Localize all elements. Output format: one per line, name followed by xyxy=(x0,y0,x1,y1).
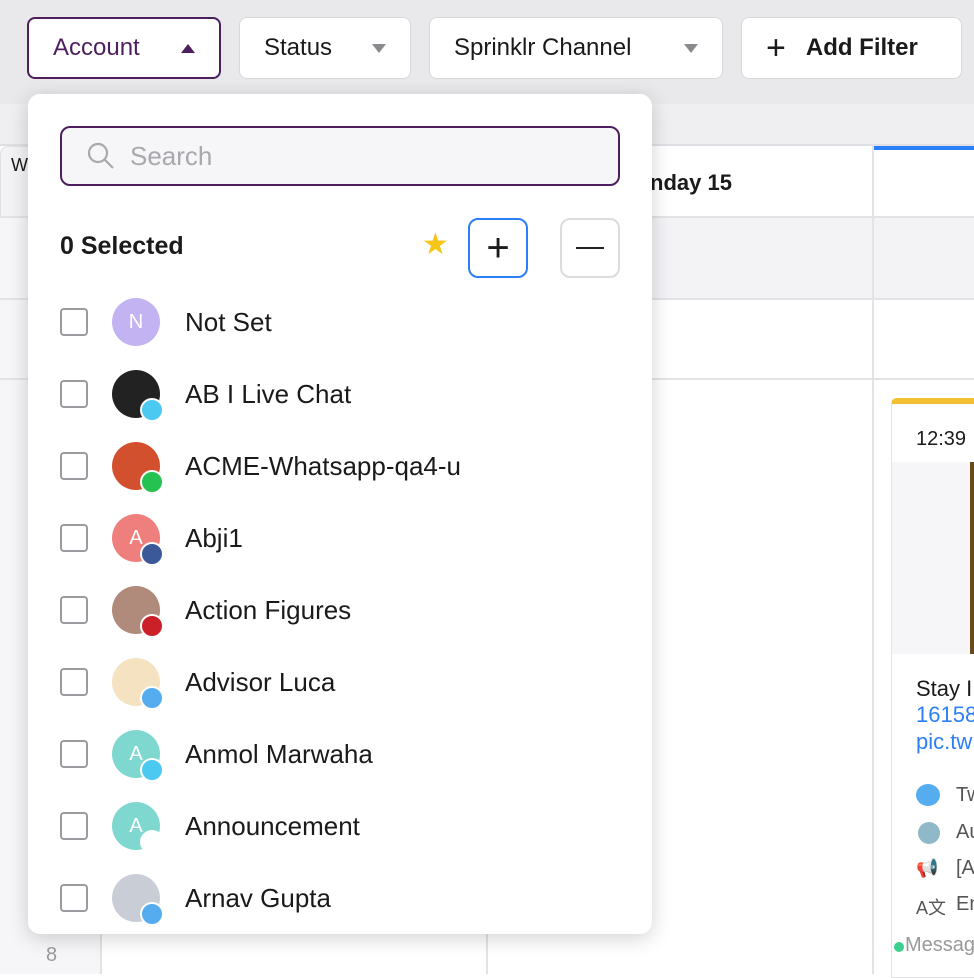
minus-icon xyxy=(576,247,604,249)
post-status: Messag xyxy=(905,934,974,956)
checkbox[interactable] xyxy=(60,596,88,624)
search-input[interactable] xyxy=(130,140,610,172)
channel-filter-button[interactable]: Sprinklr Channel xyxy=(429,17,723,79)
checkbox[interactable] xyxy=(60,380,88,408)
language-text: En xyxy=(956,893,974,915)
select-all-button[interactable]: + xyxy=(468,218,528,278)
account-name: Advisor Luca xyxy=(185,666,336,697)
checkbox[interactable] xyxy=(60,668,88,696)
account-name: ACME-Whatsapp-qa4-u xyxy=(185,450,461,481)
hour-label: 8 xyxy=(46,944,58,966)
plus-icon: + xyxy=(766,29,786,67)
avatar-initial: A xyxy=(129,526,143,549)
add-filter-label: Add Filter xyxy=(805,34,918,61)
account-option[interactable]: A Abji1 xyxy=(60,508,620,568)
chat-icon xyxy=(140,398,164,422)
avatar-initial: A xyxy=(129,814,143,837)
account-option[interactable]: A Anmol Marwaha xyxy=(60,724,620,784)
account-avatar xyxy=(112,586,164,638)
checkbox[interactable] xyxy=(60,812,88,840)
channel-filter-label: Sprinklr Channel xyxy=(454,34,632,61)
checkbox[interactable] xyxy=(60,740,88,768)
account-option[interactable]: Arnav Gupta xyxy=(60,868,620,928)
account-option[interactable]: ACME-Whatsapp-qa4-u xyxy=(60,436,620,496)
caret-down-icon xyxy=(372,43,386,53)
account-name: Arnav Gupta xyxy=(185,882,331,913)
account-filter-label: Account xyxy=(53,34,140,61)
chat-icon xyxy=(140,758,164,782)
account-avatar: A xyxy=(112,802,164,854)
add-filter-button[interactable]: + Add Filter xyxy=(741,17,962,79)
account-dropdown: 0 Selected ★ + N Not Set AB I Live Chat … xyxy=(28,94,652,934)
status-filter-button[interactable]: Status xyxy=(239,17,411,79)
account-avatar xyxy=(112,874,164,926)
post-text: Stay I xyxy=(916,676,973,701)
avatar-initial: N xyxy=(128,310,144,333)
account-name: Anmol Marwaha xyxy=(185,738,373,769)
facebook-icon xyxy=(140,542,164,566)
avatar-initial: A xyxy=(129,742,143,765)
account-option[interactable]: A Announcement xyxy=(60,796,620,856)
post-link[interactable]: 16158 xyxy=(916,702,974,728)
account-text: Au xyxy=(956,821,974,843)
language-icon: A文 xyxy=(916,898,947,918)
selected-count: 0 Selected xyxy=(60,232,184,260)
checkbox[interactable] xyxy=(60,884,88,912)
post-time: 12:39 xyxy=(916,428,967,450)
account-option[interactable]: AB I Live Chat xyxy=(60,364,620,424)
account-filter-button[interactable]: Account xyxy=(27,17,221,79)
favorite-star-icon[interactable]: ★ xyxy=(422,230,449,260)
account-option[interactable]: Action Figures xyxy=(60,580,620,640)
megaphone-icon: 📢 xyxy=(916,858,939,878)
checkbox[interactable] xyxy=(60,308,88,336)
whatsapp-business-icon xyxy=(140,470,164,494)
account-option[interactable]: N Not Set xyxy=(60,292,620,352)
post-image xyxy=(892,462,974,654)
account-avatar xyxy=(112,370,164,422)
status-dot-icon xyxy=(894,942,904,952)
channel-text: Tw xyxy=(956,784,974,806)
account-name: Not Set xyxy=(185,306,272,337)
pinterest-icon xyxy=(140,614,164,638)
search-box[interactable] xyxy=(60,126,620,186)
deselect-all-button[interactable] xyxy=(560,218,620,278)
account-avatar xyxy=(112,442,164,494)
week-label: W xyxy=(11,155,28,175)
plus-icon: + xyxy=(486,226,510,270)
status-filter-label: Status xyxy=(264,34,333,61)
checkbox[interactable] xyxy=(60,452,88,480)
account-name: Announcement xyxy=(185,810,360,841)
announcement-icon xyxy=(140,830,164,854)
account-name: Abji1 xyxy=(185,522,243,553)
twitter-icon xyxy=(916,784,940,806)
account-name: Action Figures xyxy=(185,594,352,625)
twitter-icon xyxy=(140,686,164,710)
account-option[interactable]: Advisor Luca xyxy=(60,652,620,712)
campaign-text: [A xyxy=(956,857,974,879)
caret-up-icon xyxy=(181,43,195,53)
post-link[interactable]: pic.tw xyxy=(916,729,972,755)
search-icon xyxy=(87,142,114,169)
account-avatar xyxy=(112,658,164,710)
account-avatar-icon xyxy=(918,822,940,844)
account-avatar: A xyxy=(112,514,164,566)
account-avatar: N xyxy=(112,298,160,346)
checkbox[interactable] xyxy=(60,524,88,552)
twitter-icon xyxy=(140,902,164,926)
account-avatar: A xyxy=(112,730,164,782)
caret-down-icon xyxy=(684,43,698,53)
day-header: nday 15 xyxy=(650,170,732,195)
account-name: AB I Live Chat xyxy=(185,378,352,409)
today-indicator xyxy=(874,146,974,150)
post-card[interactable]: 12:39 Stay I 16158 pic.tw Tw Au 📢 [A A文 … xyxy=(891,398,974,978)
